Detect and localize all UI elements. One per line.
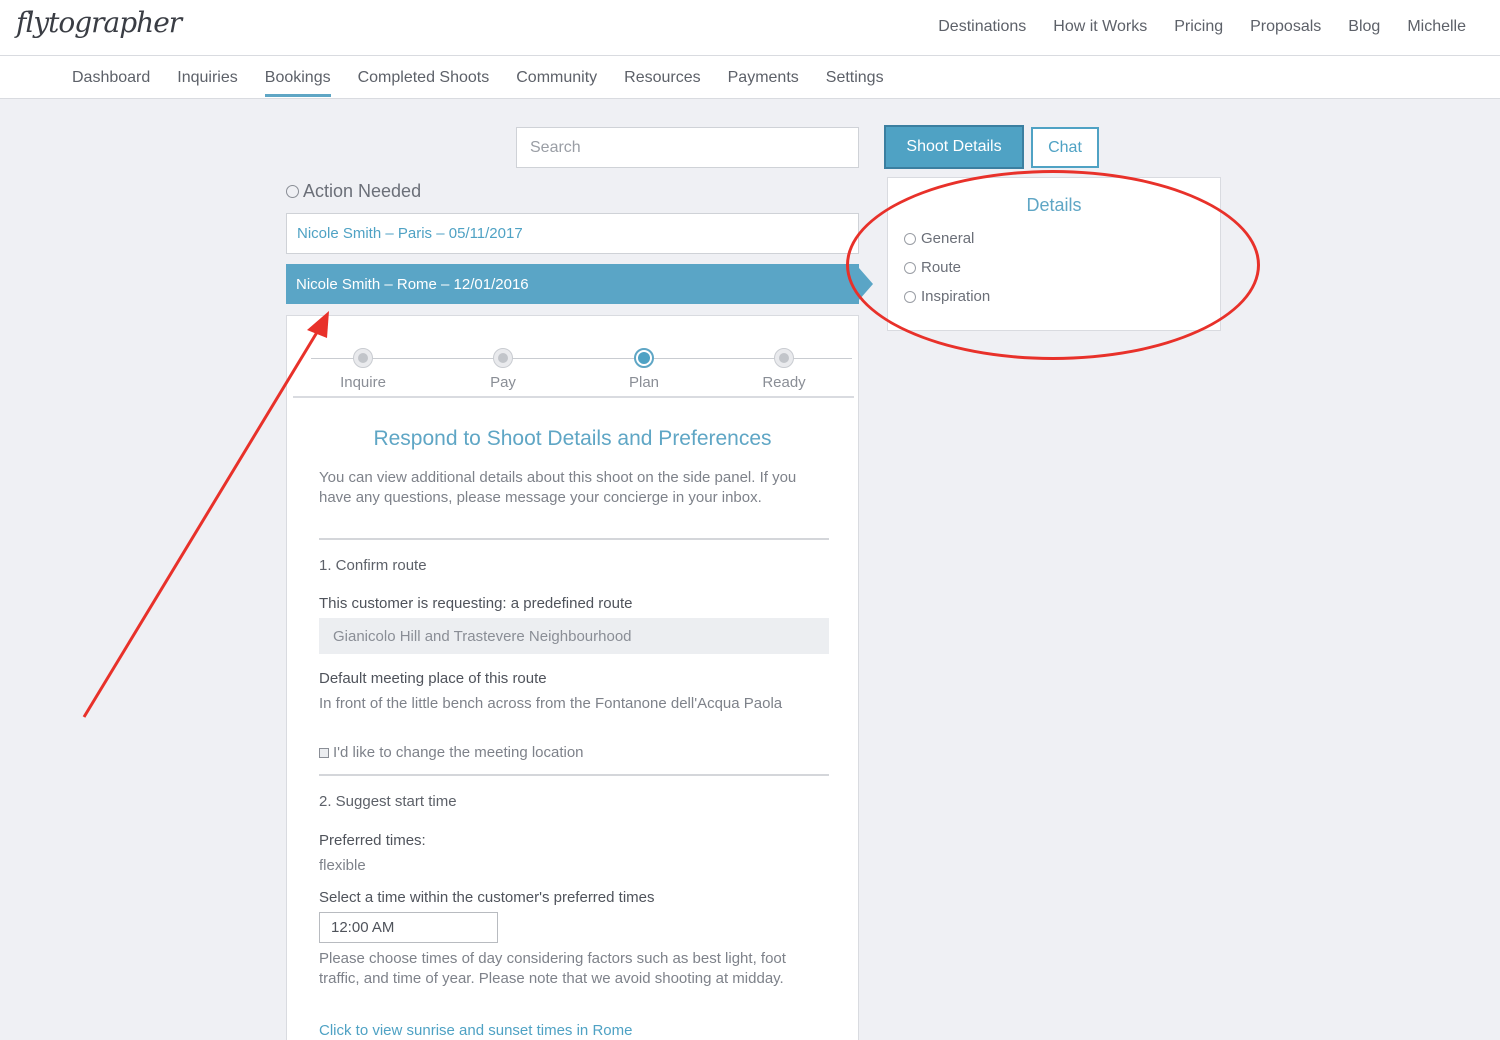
details-item-general[interactable]: General xyxy=(904,230,974,247)
search-input[interactable] xyxy=(516,127,859,168)
collapse-circle-icon xyxy=(286,185,299,198)
step-label: Inquire xyxy=(340,374,386,391)
sub-nav-community[interactable]: Community xyxy=(516,69,597,97)
start-time-heading: 2. Suggest start time xyxy=(319,793,457,810)
sub-nav-completed-shoots[interactable]: Completed Shoots xyxy=(358,69,490,97)
preferred-times-label: Preferred times: xyxy=(319,832,426,849)
sub-nav-settings[interactable]: Settings xyxy=(826,69,884,97)
sub-nav-bar: Dashboard Inquiries Bookings Completed S… xyxy=(0,56,1500,99)
preferred-times-value: flexible xyxy=(319,857,366,874)
details-item-label: General xyxy=(921,230,975,247)
top-nav-destinations[interactable]: Destinations xyxy=(938,18,1026,36)
booking-item-paris[interactable]: Nicole Smith – Paris – 05/11/2017 xyxy=(286,213,859,254)
step-label: Ready xyxy=(762,374,806,391)
top-nav: Destinations How it Works Pricing Propos… xyxy=(938,18,1466,36)
section-title: Respond to Shoot Details and Preferences xyxy=(373,427,772,450)
details-item-label: Route xyxy=(921,259,962,276)
step-inquire: Inquire xyxy=(323,348,403,391)
change-location-checkbox-row[interactable]: I'd like to change the meeting location xyxy=(319,744,584,761)
booking-item-rome-selected[interactable]: Nicole Smith – Rome – 12/01/2016 xyxy=(286,264,873,304)
details-item-inspiration[interactable]: Inspiration xyxy=(904,288,990,305)
chat-tab[interactable]: Chat xyxy=(1031,127,1099,168)
step-plan: Plan xyxy=(604,348,684,391)
top-nav-user-menu[interactable]: Michelle xyxy=(1407,18,1466,36)
meeting-place-value: In front of the little bench across from… xyxy=(319,695,783,712)
action-needed-header[interactable]: Action Needed xyxy=(286,181,421,202)
change-location-checkbox[interactable] xyxy=(319,747,329,758)
time-note: Please choose times of day considering f… xyxy=(319,950,786,987)
step-ready: Ready xyxy=(744,348,824,391)
top-nav-pricing[interactable]: Pricing xyxy=(1174,18,1223,36)
intro-text: You can view additional details about th… xyxy=(319,469,797,506)
top-nav-blog[interactable]: Blog xyxy=(1348,18,1380,36)
divider xyxy=(293,396,854,398)
step-dot-icon xyxy=(353,348,373,368)
radio-circle-icon xyxy=(904,261,916,274)
step-dot-icon xyxy=(774,348,794,368)
meeting-place-label: Default meeting place of this route xyxy=(319,670,547,687)
step-dot-icon xyxy=(634,348,654,368)
divider xyxy=(319,774,829,776)
change-location-label: I'd like to change the meeting location xyxy=(333,744,584,761)
sub-nav-payments[interactable]: Payments xyxy=(728,69,799,97)
shoot-details-tab[interactable]: Shoot Details xyxy=(884,125,1024,169)
details-item-route[interactable]: Route xyxy=(904,259,961,276)
step-pay: Pay xyxy=(463,348,543,391)
sunrise-sunset-link[interactable]: Click to view sunrise and sunset times i… xyxy=(319,1022,632,1039)
sub-nav-dashboard[interactable]: Dashboard xyxy=(72,69,150,97)
sub-nav-resources[interactable]: Resources xyxy=(624,69,700,97)
requesting-label: This customer is requesting: a predefine… xyxy=(319,595,633,612)
top-header: flytographer Destinations How it Works P… xyxy=(0,0,1500,56)
flytographer-logo[interactable]: flytographer xyxy=(16,6,182,39)
sub-nav-bookings[interactable]: Bookings xyxy=(264,69,331,97)
details-title: Details xyxy=(1026,195,1082,215)
booking-detail-card: Inquire Pay Plan Ready Respond to Shoot … xyxy=(286,315,859,1040)
action-needed-label: Action Needed xyxy=(303,181,422,201)
start-time-input[interactable]: 12:00 AM xyxy=(319,912,498,943)
details-panel: Details General Route Inspiration xyxy=(887,177,1221,331)
top-nav-how-it-works[interactable]: How it Works xyxy=(1053,18,1147,36)
top-nav-proposals[interactable]: Proposals xyxy=(1250,18,1321,36)
step-dot-icon xyxy=(493,348,513,368)
step-label: Pay xyxy=(490,374,516,391)
confirm-route-heading: 1. Confirm route xyxy=(319,557,427,574)
sub-nav: Dashboard Inquiries Bookings Completed S… xyxy=(72,69,884,97)
details-item-label: Inspiration xyxy=(921,288,991,305)
route-field: Gianicolo Hill and Trastevere Neighbourh… xyxy=(319,618,829,654)
select-time-label: Select a time within the customer's pref… xyxy=(319,889,655,906)
step-label: Plan xyxy=(628,374,660,391)
radio-circle-icon xyxy=(904,232,916,245)
sub-nav-inquiries[interactable]: Inquiries xyxy=(177,69,237,97)
radio-circle-icon xyxy=(904,290,916,303)
divider xyxy=(319,538,829,540)
